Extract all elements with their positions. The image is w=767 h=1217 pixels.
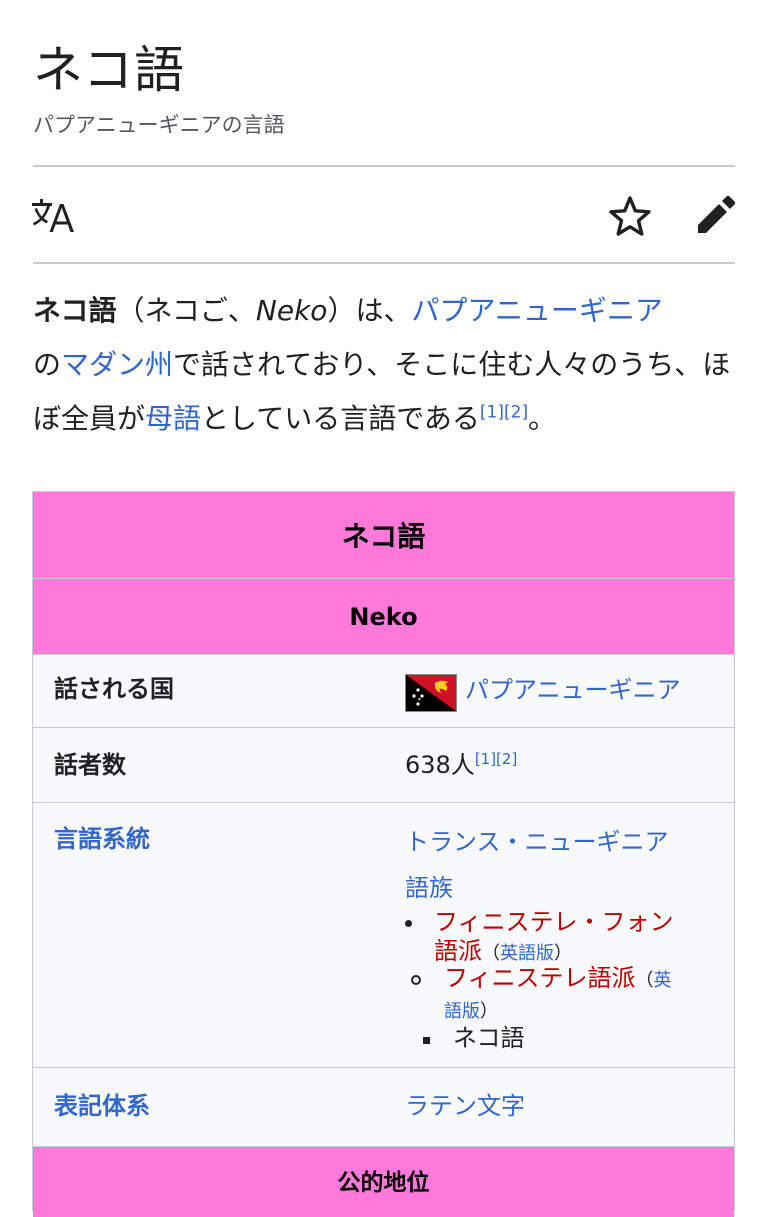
infobox-native-name: Neko — [33, 579, 734, 654]
paren: （ — [482, 943, 500, 964]
reference-links[interactable]: [1][2] — [475, 750, 518, 768]
lead-text: ）は、 — [327, 294, 412, 327]
lead-paragraph: ネコ語（ネコご、Neko）は、パプアニューギニア のマダン州で話されており、そこに… — [33, 284, 745, 446]
page-subtitle: パプアニューギニアの言語 — [33, 113, 285, 137]
language-icon[interactable] — [30, 196, 74, 236]
link-english-version[interactable]: 英 — [654, 970, 672, 991]
family-level-1: フィニステレ・フォン 語派（英語版） — [434, 908, 674, 968]
bullet-disc — [405, 920, 412, 927]
link-latin-script[interactable]: ラテン文字 — [405, 1089, 525, 1123]
link-mother-tongue[interactable]: 母語 — [145, 402, 201, 435]
paren: ） — [554, 943, 572, 964]
papua-new-guinea-flag-icon — [405, 674, 457, 712]
country-label: 話される国 — [54, 675, 174, 703]
paren: （ — [635, 970, 654, 991]
country-value: パプアニューギニア — [405, 671, 725, 715]
speakers-label: 話者数 — [54, 751, 126, 779]
reference-links[interactable]: [1][2] — [480, 403, 528, 423]
link-finisterre-huon[interactable]: フィニステレ・フォン — [434, 908, 674, 936]
bullet-square — [423, 1037, 430, 1044]
bullet-circle — [411, 975, 421, 985]
family-level-2: フィニステレ語派（英語版） — [444, 964, 672, 1026]
link-finisterre-huon[interactable]: 語派 — [434, 937, 482, 965]
star-icon[interactable] — [609, 195, 651, 237]
page-title: ネコ語 — [33, 41, 185, 99]
speakers-value: 638人[1][2] — [405, 748, 517, 782]
infobox-divider — [33, 654, 734, 655]
infobox-divider — [33, 727, 734, 728]
link-papua-new-guinea[interactable]: パプアニューギニア — [465, 673, 681, 707]
speakers-count: 638人 — [405, 751, 475, 779]
family-level-3: ネコ語 — [453, 1024, 525, 1052]
infobox-divider — [33, 802, 734, 803]
language-family-label[interactable]: 言語系統 — [54, 822, 150, 856]
link-english-version[interactable]: 語版 — [444, 1001, 480, 1022]
link-trans-new-guinea[interactable]: トランス・ニューギニア 語族 — [405, 819, 705, 911]
lead-text: としている言語である — [201, 402, 480, 435]
paren: ） — [480, 1001, 498, 1022]
lead-reading: （ネコご、 — [116, 294, 256, 327]
family-top-text[interactable]: トランス・ニューギニア — [405, 828, 669, 856]
divider — [33, 165, 735, 167]
link-english-version[interactable]: 英語版 — [500, 943, 554, 964]
infobox-divider — [33, 1067, 734, 1068]
lead-term: ネコ語 — [33, 294, 117, 327]
language-family-tree: トランス・ニューギニア 語族 — [405, 819, 705, 911]
link-finisterre[interactable]: フィニステレ語派 — [444, 964, 636, 992]
divider — [33, 262, 735, 264]
writing-system-label[interactable]: 表記体系 — [54, 1089, 150, 1123]
lead-romanized: Neko — [255, 294, 328, 327]
family-top-text[interactable]: 語族 — [405, 874, 453, 902]
infobox-title: ネコ語 — [33, 492, 734, 578]
edit-pencil-icon[interactable] — [694, 193, 738, 237]
language-infobox: ネコ語 Neko 話される国 パプアニューギニア 話者数 638人[1][2] … — [32, 491, 735, 1217]
link-papua-new-guinea[interactable]: パプアニューギニア — [411, 294, 662, 327]
link-madang-province[interactable]: マダン州 — [61, 348, 173, 381]
lead-text: 。 — [528, 402, 557, 435]
lead-text: の — [33, 348, 62, 381]
official-status-header: 公的地位 — [33, 1147, 734, 1217]
